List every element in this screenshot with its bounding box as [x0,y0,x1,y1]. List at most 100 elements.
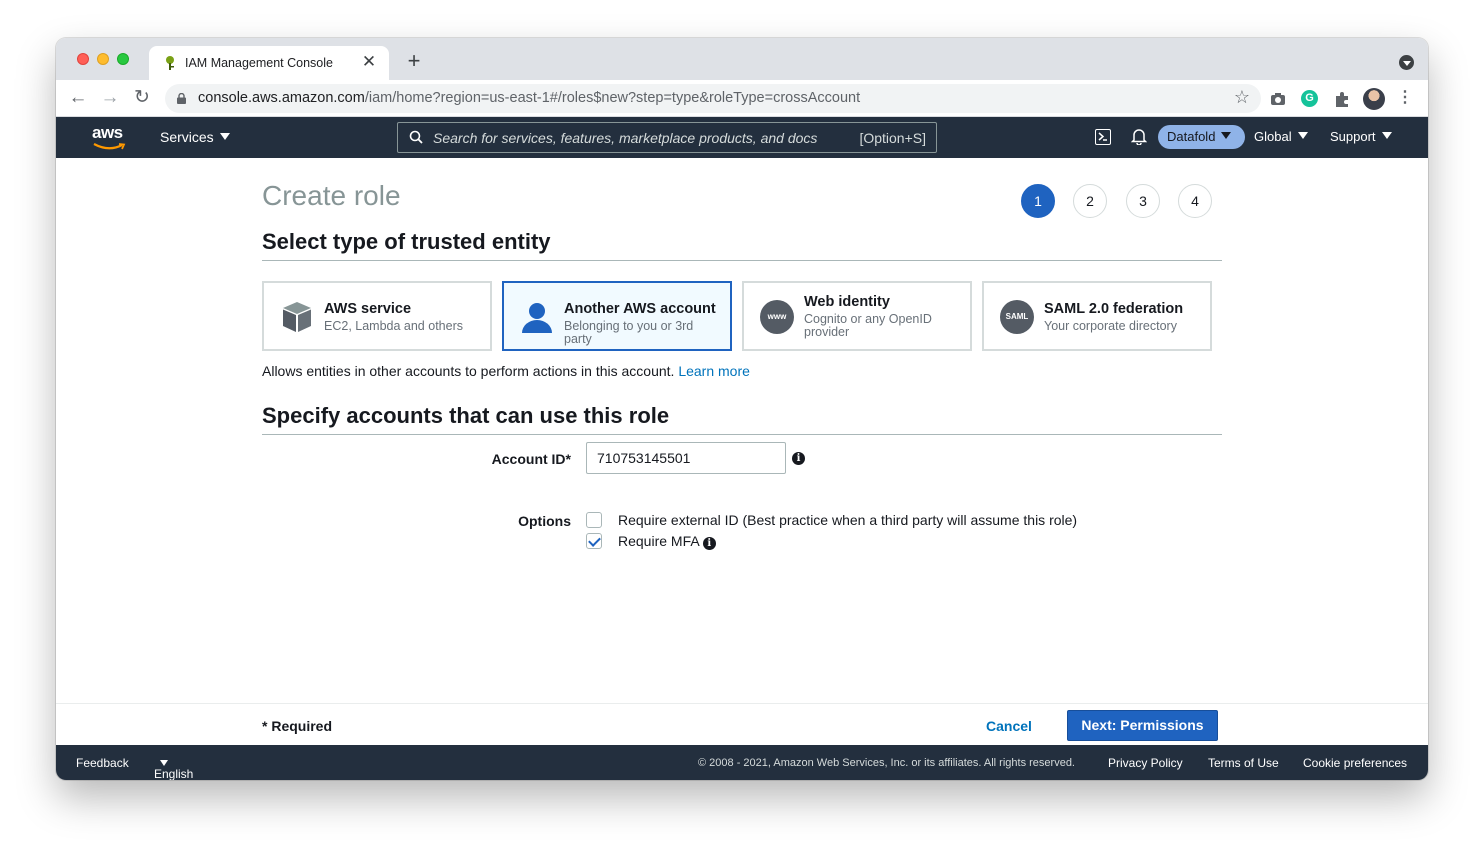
search-shortcut-hint: [Option+S] [859,130,926,146]
require-mfa-info-icon[interactable]: i [702,537,716,550]
account-menu[interactable]: Datafold [1158,125,1245,149]
step-indicator-2: 2 [1073,184,1107,218]
user-icon [522,303,552,333]
caret-down-icon [219,133,230,140]
require-mfa-label: Require MFA i [618,533,716,550]
feedback-link[interactable]: Feedback [76,756,129,770]
caret-down-icon [1381,132,1392,139]
cancel-button[interactable]: Cancel [986,718,1032,734]
url-path: /iam/home?region=us-east-1#/roles$new?st… [364,90,861,106]
cloudshell-icon[interactable] [1095,129,1111,145]
cube-icon [283,302,311,332]
description-text: Allows entities in other accounts to per… [262,363,675,379]
region-menu[interactable]: Global [1254,129,1308,144]
browser-menu-icon[interactable]: ⋮ [1396,89,1414,107]
learn-more-link[interactable]: Learn more [678,363,750,379]
reload-icon[interactable]: ↻ [130,87,154,109]
bookmark-star-icon[interactable]: ☆ [1234,87,1250,108]
account-id-label: Account ID* [491,451,571,467]
step-indicator-3: 3 [1126,184,1160,218]
section-title-accounts: Specify accounts that can use this role [262,403,670,428]
wizard-action-bar: * Required Cancel Next: Permissions [56,703,1428,745]
www-icon: www [760,300,794,334]
url-host: console.aws.amazon.com [198,90,365,106]
support-menu[interactable]: Support [1330,129,1392,144]
search-icon [409,130,423,144]
close-tab-icon[interactable]: ✕ [359,52,379,72]
grammarly-extension-icon[interactable]: G [1301,90,1318,107]
address-bar[interactable]: console.aws.amazon.com/iam/home?region=u… [165,84,1261,113]
require-external-id-checkbox[interactable] [586,512,602,528]
zoom-window-button[interactable] [117,53,129,65]
new-tab-button[interactable]: + [402,48,426,74]
page-title: Create role [262,180,401,211]
account-id-input[interactable] [586,442,786,474]
caret-down-icon [160,760,168,766]
section-title-trusted-entity: Select type of trusted entity [262,229,551,254]
language-label: English (US) [154,767,194,780]
tab-title: IAM Management Console [185,56,333,70]
aws-logo-text: aws [92,123,123,142]
support-label: Support [1330,129,1376,144]
entity-description: Allows entities in other accounts to per… [262,363,750,379]
entity-title: Another AWS account [564,301,716,317]
close-window-button[interactable] [77,53,89,65]
entity-card-aws-service[interactable]: AWS service EC2, Lambda and others [262,281,492,351]
aws-smile-icon [93,143,126,150]
entity-card-saml-federation[interactable]: SAML SAML 2.0 federation Your corporate … [982,281,1212,351]
require-mfa-checkbox[interactable] [586,533,602,549]
saml-icon: SAML [1000,300,1034,334]
browser-window: IAM Management Console ✕ + ← → ↻ console… [56,38,1428,780]
aws-top-nav: aws Services Search for services, featur… [56,117,1428,158]
unified-search-input[interactable]: Search for services, features, marketpla… [397,122,937,153]
entity-card-another-aws-account[interactable]: Another AWS account Belonging to you or … [502,281,732,351]
entity-subtitle: Belonging to you or 3rd party [564,319,694,346]
profile-avatar[interactable] [1363,88,1385,110]
camera-icon[interactable] [1269,90,1287,108]
services-label: Services [160,129,214,145]
tab-strip: IAM Management Console ✕ + [56,38,1428,80]
caret-down-icon [1221,132,1232,139]
require-external-id-label: Require external ID (Best practice when … [618,512,1078,528]
entity-title: SAML 2.0 federation [1044,301,1184,317]
next-permissions-button[interactable]: Next: Permissions [1067,710,1218,741]
lock-icon [177,93,186,104]
console-footer: Feedback English (US) © 2008 - 2021, Ama… [56,745,1428,780]
step-indicator-4: 4 [1178,184,1212,218]
back-icon[interactable]: ← [66,87,90,109]
forward-icon[interactable]: → [98,87,122,109]
divider [262,260,1222,261]
privacy-policy-link[interactable]: Privacy Policy [1108,756,1183,770]
cookie-preferences-link[interactable]: Cookie preferences [1303,756,1407,770]
region-label: Global [1254,129,1292,144]
entity-subtitle: EC2, Lambda and others [324,319,463,333]
search-placeholder: Search for services, features, marketpla… [433,130,818,146]
account-name: Datafold [1167,129,1216,144]
divider [262,434,1222,435]
aws-logo[interactable]: aws [92,123,128,151]
browser-toolbar: ← → ↻ console.aws.amazon.com/iam/home?re… [56,80,1428,117]
notifications-bell-icon[interactable] [1131,128,1147,145]
minimize-window-button[interactable] [97,53,109,65]
copyright-text: © 2008 - 2021, Amazon Web Services, Inc.… [698,757,1075,769]
terms-of-use-link[interactable]: Terms of Use [1208,756,1279,770]
language-selector[interactable]: English (US) [154,756,193,780]
iam-favicon-icon [166,56,174,70]
url-text: console.aws.amazon.com/iam/home?region=u… [198,90,860,106]
entity-card-web-identity[interactable]: www Web identity Cognito or any OpenID p… [742,281,972,351]
account-id-info-icon[interactable]: i [792,452,805,465]
services-menu[interactable]: Services [160,129,230,145]
entity-title: Web identity [804,294,890,310]
step-indicator-1: 1 [1021,184,1055,218]
extensions-puzzle-icon[interactable] [1333,90,1351,108]
tab-search-icon[interactable] [1399,55,1414,70]
browser-tab[interactable]: IAM Management Console ✕ [149,46,389,80]
entity-title: AWS service [324,301,412,317]
required-note: * Required [262,718,333,734]
options-label: Options [518,513,571,529]
entity-subtitle: Your corporate directory [1044,319,1177,333]
require-mfa-text: Require MFA [618,533,699,549]
caret-down-icon [1297,132,1308,139]
create-role-page: Create role 1 2 3 4 Select type of trust… [56,158,1428,703]
entity-subtitle: Cognito or any OpenID provider [804,312,932,339]
